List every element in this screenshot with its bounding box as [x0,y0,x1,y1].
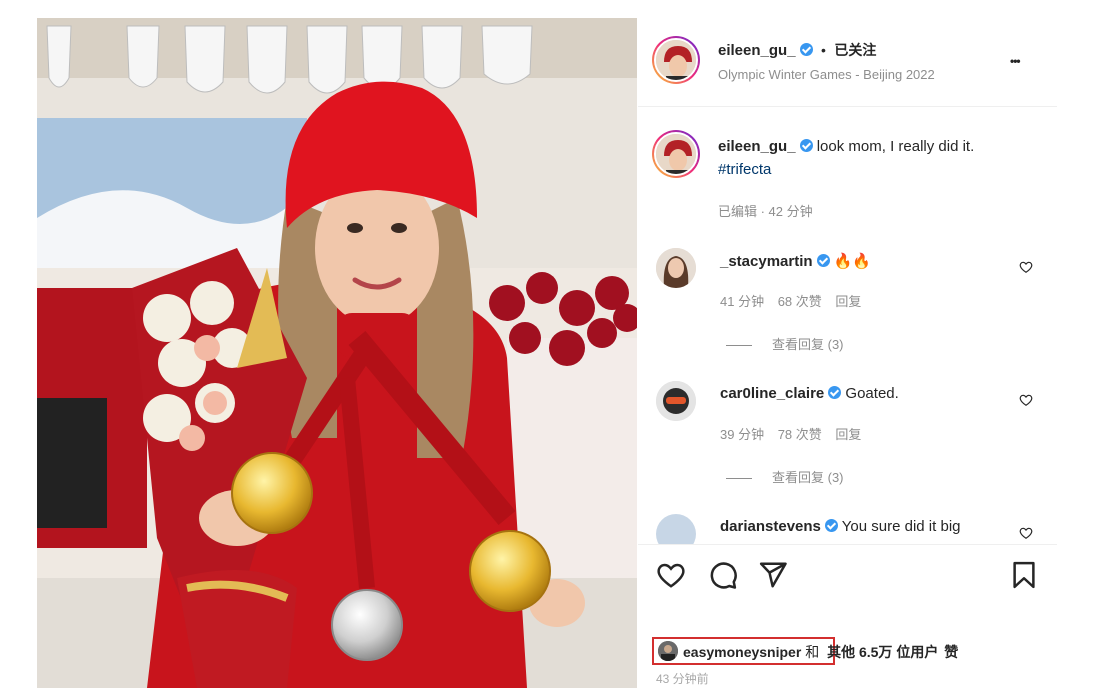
comment-text: 🔥🔥 [833,253,872,270]
heart-icon[interactable] [1019,393,1033,407]
likes-summary: easymoneysniper 和 其他 6.5万 位用户 赞 [683,642,958,662]
comment-username[interactable]: car0line_claire [720,385,824,402]
comment-icon[interactable] [708,560,738,590]
heart-icon[interactable] [1019,526,1033,540]
caption-text: look mom, I really did it. [816,138,975,155]
author-username[interactable]: eileen_gu_ [718,42,796,59]
comment-meta: 41 分钟 68 次赞 回复 [720,291,861,310]
view-replies-button[interactable]: 查看回复 (3) [726,334,844,353]
likes-suffix: 赞 [944,644,959,660]
commenter-avatar[interactable] [656,514,696,544]
post-photo[interactable] [37,18,637,688]
more-icon[interactable]: ••• [1010,54,1021,68]
caption: eileen_gu_ look mom, I really did it. [718,138,974,155]
heart-icon[interactable] [656,560,686,590]
comment-item: car0line_claire Goated. [720,385,899,402]
share-icon[interactable] [758,560,788,590]
comment-reply-button[interactable]: 回复 [835,294,861,309]
verified-icon [824,519,838,532]
author-avatar[interactable] [652,36,700,84]
comment-item: _stacymartin 🔥🔥 [720,252,871,270]
comment-reply-button[interactable]: 回复 [835,427,861,442]
verified-icon [828,386,842,399]
bookmark-icon[interactable] [1009,560,1039,590]
liker-avatar[interactable] [658,641,678,661]
caption-avatar[interactable] [652,130,700,178]
post-actions: easymoneysniper 和 其他 6.5万 位用户 赞 43 分钟前 [638,544,1057,689]
comment-text: You sure did it big [841,518,961,535]
comment-username[interactable]: _stacymartin [720,253,813,270]
comment-item: darianstevens You sure did it big [720,518,961,535]
follow-status[interactable]: 已关注 [834,42,876,58]
liker-username[interactable]: easymoneysniper [683,644,801,660]
commenter-avatar[interactable] [656,248,696,288]
post-detail-panel: eileen_gu_ • 已关注 Olympic Winter Games - … [638,18,1057,688]
header-separator: • [821,42,826,58]
post-timestamp: 43 分钟前 [656,672,709,686]
verified-icon [799,139,813,152]
comment-username[interactable]: darianstevens [720,518,821,535]
post-header: eileen_gu_ • 已关注 Olympic Winter Games - … [638,18,1057,107]
commenter-avatar[interactable] [656,381,696,421]
caption-meta: 已编辑 · 42 分钟 [718,204,813,219]
view-replies-button[interactable]: 查看回复 (3) [726,467,844,486]
comment-text: Goated. [845,385,899,402]
likes-connector: 和 [805,644,820,660]
comment-time: 39 分钟 [720,427,765,442]
comment-time: 41 分钟 [720,294,765,309]
view-replies-label: 查看回复 (3) [772,337,844,352]
comment-likes[interactable]: 78 次赞 [778,427,822,442]
verified-icon [816,254,830,267]
caption-username[interactable]: eileen_gu_ [718,138,796,155]
comment-likes[interactable]: 68 次赞 [778,294,822,309]
caption-hashtag[interactable]: #trifecta [718,161,771,178]
verified-icon [799,43,813,56]
likes-others[interactable]: 其他 6.5万 位用户 [827,644,938,660]
heart-icon[interactable] [1019,260,1033,274]
view-replies-label: 查看回复 (3) [772,470,844,485]
comment-meta: 39 分钟 78 次赞 回复 [720,424,861,443]
post-location[interactable]: Olympic Winter Games - Beijing 2022 [718,67,935,82]
